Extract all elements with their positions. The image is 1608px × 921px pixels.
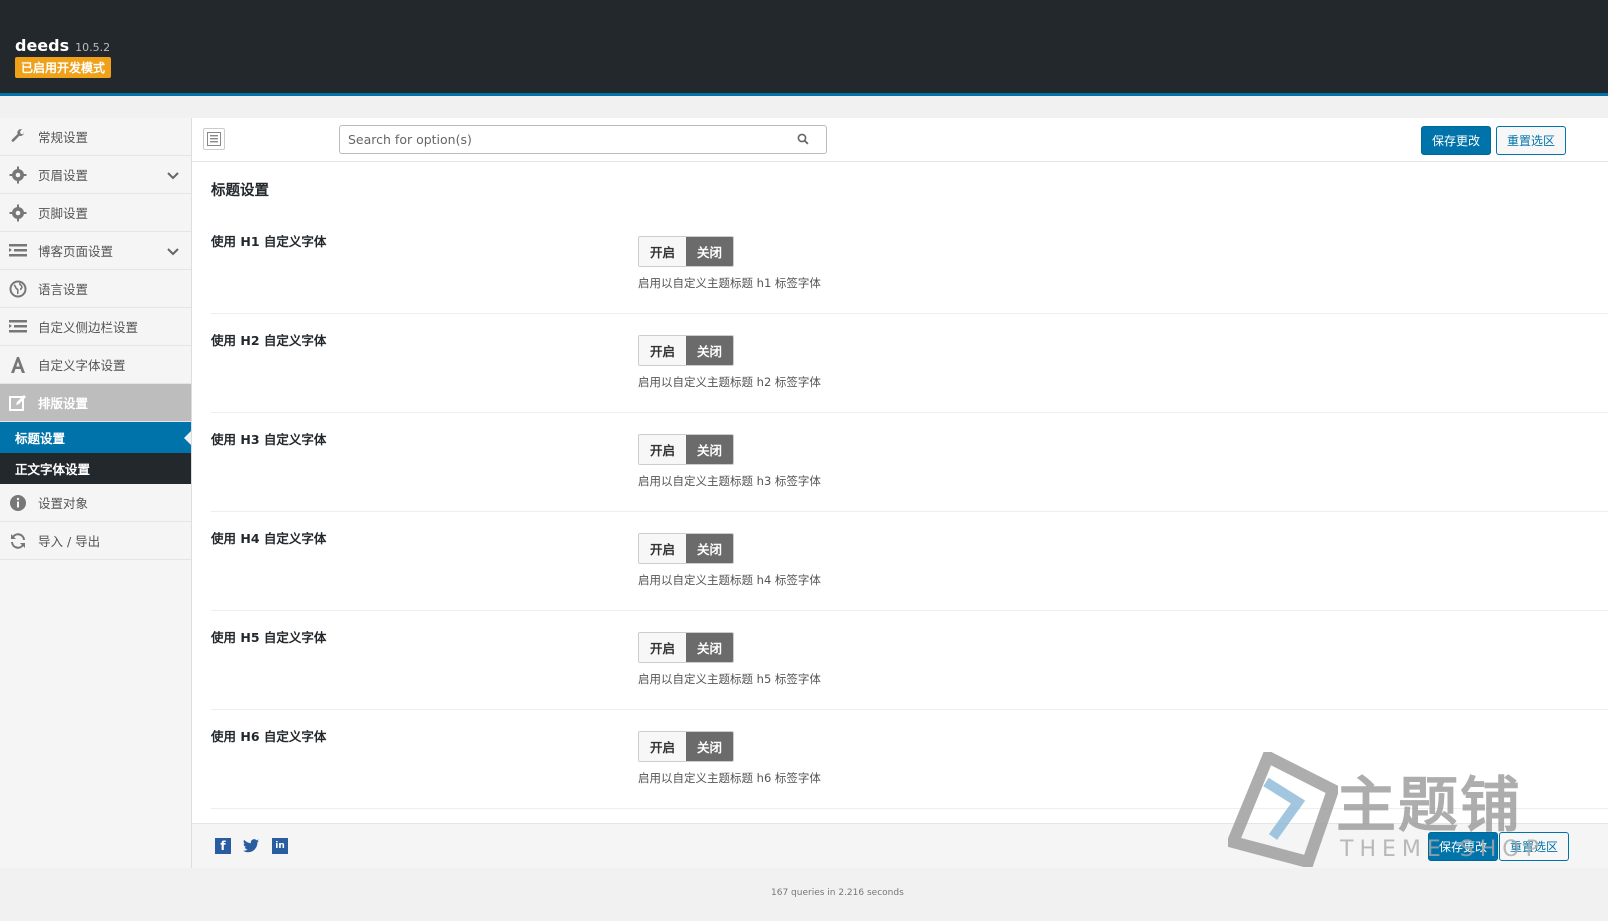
brand: deeds 10.5.2	[15, 36, 110, 55]
toolbar: 保存更改 重置选区	[192, 118, 1608, 162]
sidebar-item-custom-font[interactable]: 自定义字体设置	[0, 346, 191, 384]
sidebar-item-label: 语言设置	[38, 282, 89, 297]
toggle-off-button[interactable]: 关闭	[686, 435, 733, 464]
sidebar-item-footer[interactable]: 页脚设置	[0, 194, 191, 232]
font-icon	[8, 355, 28, 375]
on-off-toggle: 开启 关闭	[638, 434, 734, 465]
facebook-icon[interactable]: f	[215, 838, 231, 854]
app-name: deeds	[15, 36, 70, 55]
sidebar-item-header[interactable]: 页眉设置	[0, 156, 191, 194]
twitter-icon[interactable]	[243, 838, 259, 854]
toggle-on-button[interactable]: 开启	[639, 534, 686, 563]
sidebar-item-language[interactable]: 语言设置	[0, 270, 191, 308]
option-h6-font: 使用 H6 自定义字体 开启 关闭 启用以自定义主题标题 h6 标签字体	[211, 710, 1608, 809]
dev-mode-badge: 已启用开发模式	[15, 57, 112, 78]
sidebar-item-label: 页脚设置	[38, 206, 89, 221]
sidebar-item-typography[interactable]: 排版设置	[0, 384, 191, 422]
sidebar-item-label: 博客页面设置	[38, 244, 114, 259]
main-panel: 保存更改 重置选区 标题设置 使用 H1 自定义字体 开启 关闭 启用以自定义主…	[192, 118, 1608, 868]
footer-reset-section-button[interactable]: 重置选区	[1499, 832, 1570, 861]
on-off-toggle: 开启 关闭	[638, 632, 734, 663]
info-icon	[8, 493, 28, 513]
linkedin-icon[interactable]: in	[272, 838, 288, 854]
footer-save-button[interactable]: 保存更改	[1428, 832, 1499, 861]
toggle-off-button[interactable]: 关闭	[686, 534, 733, 563]
option-h4-font: 使用 H4 自定义字体 开启 关闭 启用以自定义主题标题 h4 标签字体	[211, 512, 1608, 611]
sidebar-item-import-export[interactable]: 导入 / 导出	[0, 522, 191, 560]
edit-icon	[8, 393, 28, 413]
reset-section-button[interactable]: 重置选区	[1496, 126, 1567, 155]
chevron-down-icon	[167, 168, 179, 183]
sidebar-item-label: 常规设置	[38, 130, 89, 145]
sidebar: 常规设置 页眉设置 页脚设置 博客页面设置 语言设置 自定义侧边栏设置 自定义字…	[0, 118, 192, 868]
toggle-off-button[interactable]: 关闭	[686, 237, 733, 266]
option-description: 启用以自定义主题标题 h2 标签字体	[638, 375, 821, 389]
list-icon	[8, 241, 28, 261]
sidebar-item-settings-object[interactable]: 设置对象	[0, 484, 191, 522]
option-h1-font: 使用 H1 自定义字体 开启 关闭 启用以自定义主题标题 h1 标签字体	[211, 215, 1608, 314]
sidebar-item-label: 导入 / 导出	[38, 534, 101, 549]
wrench-icon	[8, 127, 28, 147]
toggle-on-button[interactable]: 开启	[639, 732, 686, 761]
option-description: 启用以自定义主题标题 h6 标签字体	[638, 771, 821, 785]
option-h2-font: 使用 H2 自定义字体 开启 关闭 启用以自定义主题标题 h2 标签字体	[211, 314, 1608, 413]
option-label: 使用 H5 自定义字体	[211, 630, 327, 645]
sidebar-item-blog[interactable]: 博客页面设置	[0, 232, 191, 270]
top-header: deeds 10.5.2 已启用开发模式	[0, 0, 1608, 96]
option-h3-font: 使用 H3 自定义字体 开启 关闭 启用以自定义主题标题 h3 标签字体	[211, 413, 1608, 512]
option-label: 使用 H3 自定义字体	[211, 432, 327, 447]
toggle-on-button[interactable]: 开启	[639, 336, 686, 365]
toggle-on-button[interactable]: 开启	[639, 633, 686, 662]
chevron-down-icon	[167, 244, 179, 259]
on-off-toggle: 开启 关闭	[638, 731, 734, 762]
save-button[interactable]: 保存更改	[1421, 126, 1492, 155]
option-description: 启用以自定义主题标题 h4 标签字体	[638, 573, 821, 587]
toggle-off-button[interactable]: 关闭	[686, 633, 733, 662]
query-status-text: 167 queries in 2.216 seconds	[771, 888, 904, 898]
sidebar-item-label: 页眉设置	[38, 168, 89, 183]
section-title: 标题设置	[211, 183, 269, 199]
toggle-off-button[interactable]: 关闭	[686, 336, 733, 365]
search-icon[interactable]	[797, 133, 809, 149]
gear-icon	[8, 165, 28, 185]
on-off-toggle: 开启 关闭	[638, 335, 734, 366]
on-off-toggle: 开启 关闭	[638, 533, 734, 564]
sidebar-subitem-headings[interactable]: 标题设置	[0, 422, 191, 453]
footer-bar: f in 保存更改 重置选区	[192, 823, 1608, 868]
sidebar-item-label: 排版设置	[38, 396, 89, 411]
toggle-on-button[interactable]: 开启	[639, 237, 686, 266]
sidebar-item-label: 自定义字体设置	[38, 358, 126, 373]
list-view-icon	[207, 132, 221, 146]
expand-toggle-button[interactable]	[203, 128, 225, 150]
sidebar-item-label: 设置对象	[38, 496, 89, 511]
option-description: 启用以自定义主题标题 h3 标签字体	[638, 474, 821, 488]
option-label: 使用 H2 自定义字体	[211, 333, 327, 348]
list-icon	[8, 317, 28, 337]
toggle-on-button[interactable]: 开启	[639, 435, 686, 464]
option-label: 使用 H4 自定义字体	[211, 531, 327, 546]
option-h5-font: 使用 H5 自定义字体 开启 关闭 启用以自定义主题标题 h5 标签字体	[211, 611, 1608, 710]
option-label: 使用 H1 自定义字体	[211, 234, 327, 249]
option-label: 使用 H6 自定义字体	[211, 729, 327, 744]
option-description: 启用以自定义主题标题 h5 标签字体	[638, 672, 821, 686]
on-off-toggle: 开启 关闭	[638, 236, 734, 267]
globe-icon	[8, 279, 28, 299]
app-version: 10.5.2	[75, 41, 111, 54]
refresh-icon	[8, 531, 28, 551]
toggle-off-button[interactable]: 关闭	[686, 732, 733, 761]
gear-icon	[8, 203, 28, 223]
option-description: 启用以自定义主题标题 h1 标签字体	[638, 276, 821, 290]
sidebar-item-custom-sidebar[interactable]: 自定义侧边栏设置	[0, 308, 191, 346]
sidebar-item-general[interactable]: 常规设置	[0, 118, 191, 156]
sidebar-item-label: 自定义侧边栏设置	[38, 320, 139, 335]
sidebar-subitem-body-font[interactable]: 正文字体设置	[0, 453, 191, 484]
search-input[interactable]	[339, 125, 827, 154]
